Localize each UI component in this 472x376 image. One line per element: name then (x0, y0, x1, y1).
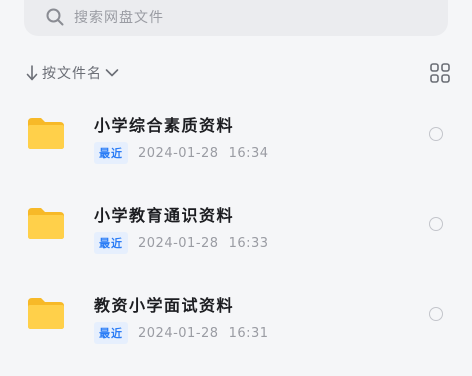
recent-badge: 最近 (94, 232, 128, 254)
recent-badge: 最近 (94, 322, 128, 344)
select-radio[interactable] (429, 217, 443, 231)
search-bar[interactable]: 搜索网盘文件 (24, 0, 448, 36)
sort-label[interactable]: 按文件名 (42, 63, 102, 83)
select-radio[interactable] (429, 307, 443, 321)
file-row[interactable]: 小学教育通识资料 最近 2024-01-28 16:33 (0, 180, 472, 270)
file-meta: 最近 2024-01-28 16:31 (94, 322, 269, 344)
file-date: 2024-01-28 (138, 325, 219, 341)
file-meta: 最近 2024-01-28 16:34 (94, 142, 269, 164)
file-date: 2024-01-28 (138, 145, 219, 161)
grid-view-icon[interactable] (430, 63, 450, 83)
file-name: 教资小学面试资料 (94, 296, 235, 315)
file-meta: 最近 2024-01-28 16:33 (94, 232, 269, 254)
file-list: 小学综合素质资料 最近 2024-01-28 16:34 小学教育通识资料 最近… (0, 90, 472, 360)
file-date: 2024-01-28 (138, 235, 219, 251)
file-time: 16:34 (228, 145, 269, 161)
file-name: 小学综合素质资料 (94, 116, 235, 135)
sort-row: 按文件名 (26, 62, 450, 84)
search-icon (46, 8, 64, 26)
folder-icon (26, 296, 66, 330)
file-row[interactable]: 小学综合素质资料 最近 2024-01-28 16:34 (0, 90, 472, 180)
recent-badge: 最近 (94, 142, 128, 164)
file-time: 16:31 (228, 325, 269, 341)
arrow-down-icon[interactable] (26, 65, 38, 81)
search-placeholder: 搜索网盘文件 (74, 10, 164, 26)
select-radio[interactable] (429, 127, 443, 141)
file-row[interactable]: 教资小学面试资料 最近 2024-01-28 16:31 (0, 270, 472, 360)
folder-icon (26, 206, 66, 240)
file-time: 16:33 (228, 235, 269, 251)
chevron-down-icon[interactable] (105, 68, 119, 78)
folder-icon (26, 116, 66, 150)
file-name: 小学教育通识资料 (94, 206, 235, 225)
